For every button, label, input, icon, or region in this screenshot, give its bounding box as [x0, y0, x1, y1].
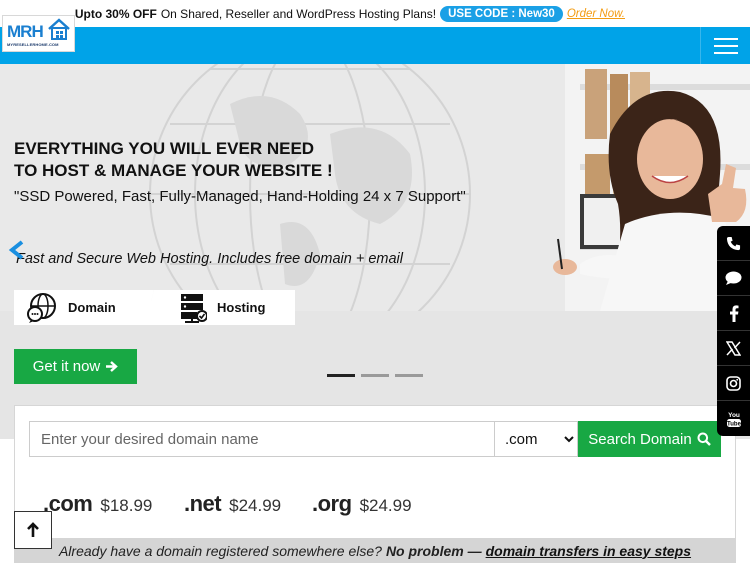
- tab-domain[interactable]: Domain: [14, 290, 154, 325]
- price-net-ext: .net: [184, 491, 222, 516]
- promo-lead: Upto 30% OFF: [74, 6, 157, 21]
- svg-text:Tube: Tube: [727, 421, 742, 427]
- instagram-icon: [726, 375, 741, 391]
- search-button-label: Search Domain: [588, 430, 692, 448]
- facebook-icon: [729, 304, 738, 322]
- carousel-dot-3[interactable]: [395, 374, 423, 377]
- hamburger-menu-button[interactable]: [700, 27, 750, 64]
- order-now-link[interactable]: Order Now.: [567, 8, 625, 20]
- hero-tagline: "SSD Powered, Fast, Fully-Managed, Hand-…: [14, 188, 466, 205]
- youtube-icon: You Tube: [726, 412, 742, 427]
- chat-button[interactable]: [717, 261, 750, 296]
- price-org-ext: .org: [312, 491, 352, 516]
- youtube-button[interactable]: You Tube: [717, 401, 750, 436]
- hero-headline-2: TO HOST & MANAGE YOUR WEBSITE !: [14, 161, 333, 180]
- domain-search-input[interactable]: [29, 421, 495, 457]
- tab-domain-label: Domain: [68, 300, 116, 315]
- carousel-indicators: [327, 374, 423, 377]
- x-button[interactable]: [717, 331, 750, 366]
- site-header: [0, 27, 750, 64]
- price-org: .org $24.99: [312, 491, 412, 517]
- domain-transfer-bar: Already have a domain registered somewhe…: [14, 538, 736, 563]
- back-to-top-button[interactable]: [14, 511, 52, 549]
- arrow-right-icon: [106, 361, 119, 372]
- house-icon: [48, 18, 70, 40]
- get-it-now-button[interactable]: Get it now: [14, 349, 137, 384]
- carousel-prev-icon[interactable]: [8, 240, 28, 260]
- price-org-amount: $24.99: [359, 496, 412, 515]
- social-sidebar: You Tube: [717, 226, 750, 436]
- tab-hosting[interactable]: Hosting: [145, 290, 295, 325]
- site-logo[interactable]: MRH MYRESELLERHOME.COM: [2, 15, 75, 52]
- menu-bar-icon: [713, 51, 738, 54]
- instagram-button[interactable]: [717, 366, 750, 401]
- transfer-no-problem: No problem —: [385, 542, 482, 559]
- price-com: .com $18.99: [43, 491, 152, 517]
- promo-text: On Shared, Reseller and WordPress Hostin…: [160, 6, 437, 21]
- logo-text: MRH: [7, 22, 44, 41]
- price-com-amount: $18.99: [100, 496, 153, 515]
- svg-text:You: You: [728, 412, 740, 419]
- hero-subtagline: Fast and Secure Web Hosting. Includes fr…: [16, 251, 404, 267]
- arrow-up-icon: [27, 522, 39, 537]
- price-net-amount: $24.99: [229, 496, 282, 515]
- carousel-dot-1[interactable]: [327, 374, 355, 377]
- domain-transfer-link[interactable]: domain transfers in easy steps: [486, 543, 691, 559]
- transfer-text: Already have a domain registered somewhe…: [58, 542, 382, 559]
- tld-select[interactable]: .com: [494, 421, 578, 457]
- server-icon: [181, 293, 207, 323]
- search-domain-button[interactable]: Search Domain: [578, 421, 721, 457]
- search-icon: [697, 432, 711, 446]
- price-net: .net $24.99: [184, 491, 281, 517]
- logo-subtext: MYRESELLERHOME.COM: [7, 42, 59, 47]
- menu-bar-icon: [713, 37, 738, 40]
- phone-icon: [726, 236, 741, 250]
- cta-label: Get it now: [32, 358, 101, 375]
- x-icon: [726, 340, 741, 356]
- phone-button[interactable]: [717, 226, 750, 261]
- promo-bar: Upto 30% OFF On Shared, Reseller and Wor…: [0, 0, 750, 27]
- promo-code-badge: USE CODE : New30: [440, 5, 563, 22]
- globe-chat-icon: [27, 292, 56, 323]
- facebook-button[interactable]: [717, 296, 750, 331]
- tab-hosting-label: Hosting: [217, 300, 266, 315]
- menu-bar-icon: [713, 44, 738, 47]
- hero-headline-1: EVERYTHING YOU WILL EVER NEED: [14, 139, 315, 158]
- carousel-dot-2[interactable]: [361, 374, 389, 377]
- chat-icon: [725, 271, 742, 285]
